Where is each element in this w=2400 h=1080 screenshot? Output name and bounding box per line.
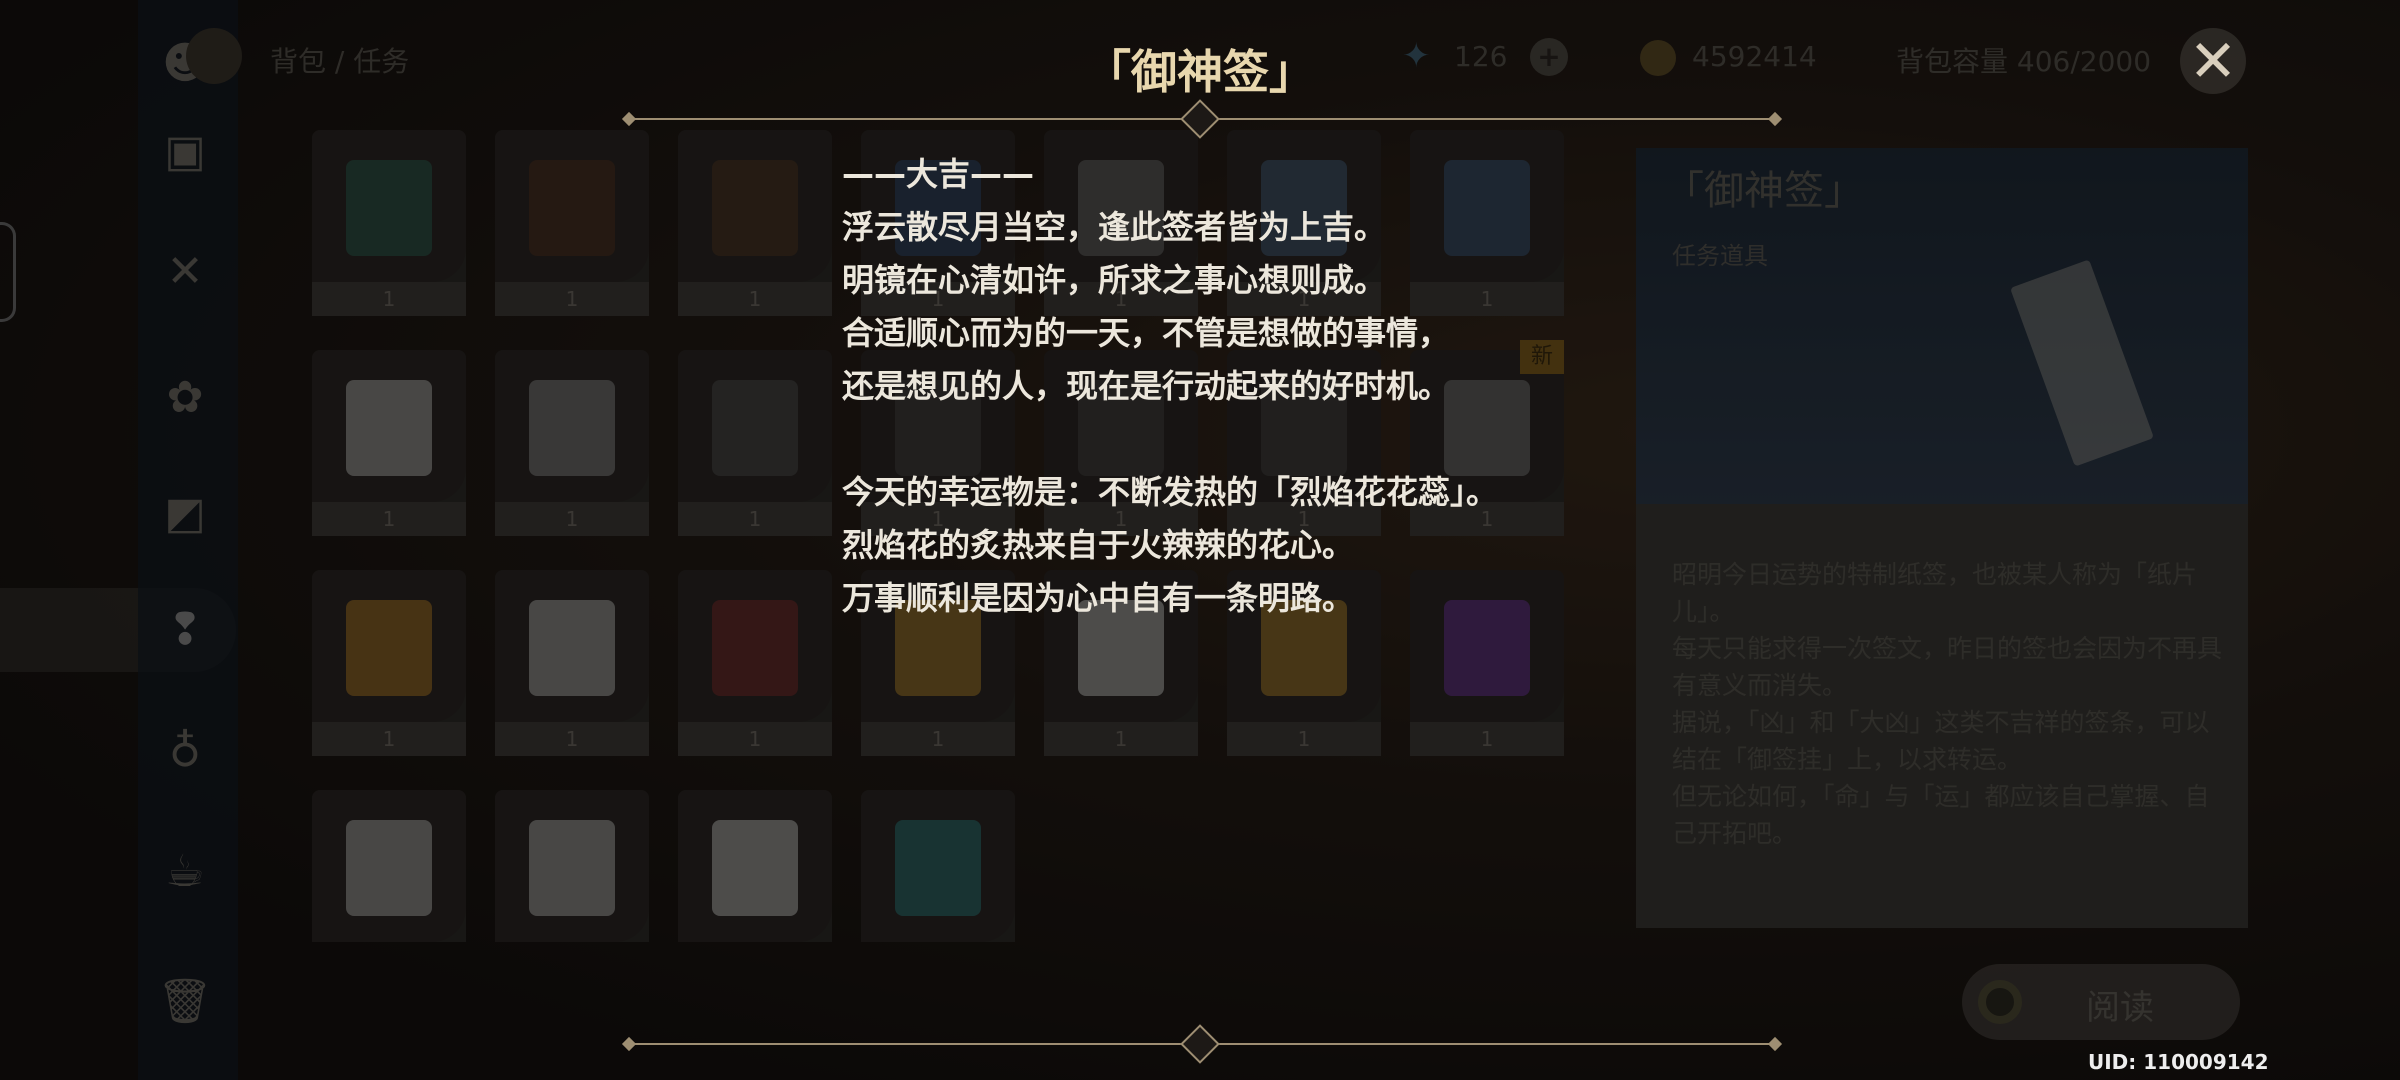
fortune-line: 今天的幸运物是：不断发热的「烈焰花花蕊」。 — [842, 473, 1499, 511]
close-button[interactable]: ✕ — [2180, 27, 2246, 95]
close-icon: ✕ — [2188, 27, 2238, 95]
fortune-line: 还是想见的人，现在是行动起来的好时机。 — [842, 367, 1451, 405]
fortune-line: 浮云散尽月当空，逢此签者皆为上吉。 — [842, 208, 1387, 246]
uid-label: UID: 110009142 — [2088, 1050, 2269, 1074]
game-screen: ☻ ▣ ✕ ✿ ◩ ❢ ♁ ☕ 🗑 背包 / 任务 ✦ 126 + 459241… — [0, 0, 2400, 1080]
popup-title: 「御神签」 — [1085, 45, 1315, 99]
fortune-line: 明镜在心清如许，所求之事心想则成。 — [842, 261, 1387, 299]
fortune-line — [842, 413, 1562, 466]
fortune-line: ——大吉—— — [842, 155, 1035, 193]
fortune-text: ——大吉—— 浮云散尽月当空，逢此签者皆为上吉。 明镜在心清如许，所求之事心想则… — [842, 148, 1562, 625]
fortune-line: 万事顺利是因为心中自有一条明路。 — [842, 579, 1355, 617]
fortune-line: 烈焰花的炙热来自于火辣辣的花心。 — [842, 526, 1355, 564]
fortune-line: 合适顺心而为的一天，不管是想做的事情， — [842, 314, 1451, 352]
